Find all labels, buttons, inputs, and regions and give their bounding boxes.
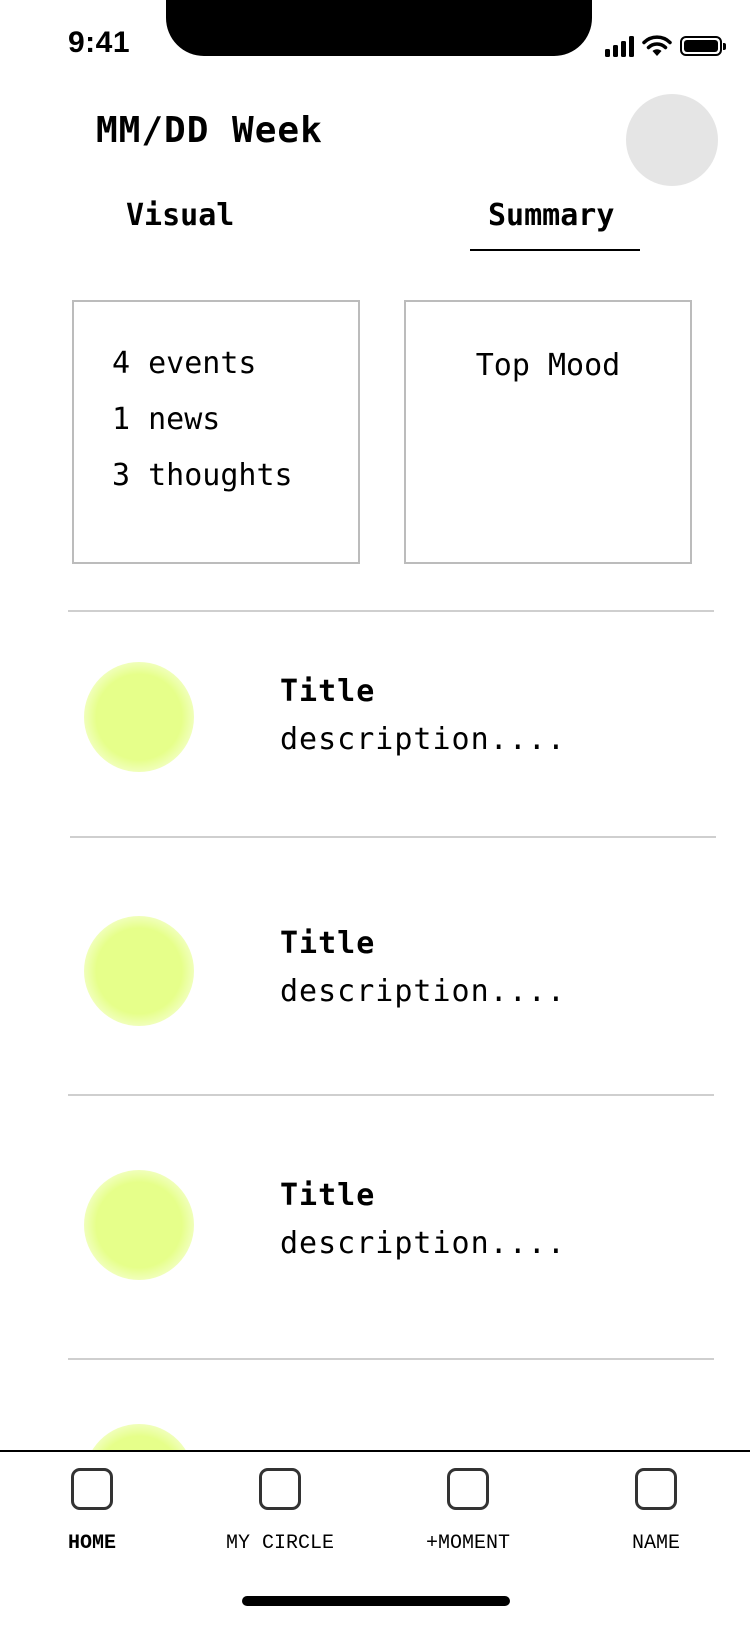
nav-label-my-circle: MY CIRCLE <box>225 1532 335 1555</box>
profile-icon <box>635 1468 677 1510</box>
nav-my-circle[interactable]: MY CIRCLE <box>210 1468 350 1555</box>
nav-name[interactable]: NAME <box>586 1468 726 1555</box>
item-title[interactable]: Title <box>280 674 375 709</box>
status-icons <box>605 34 726 58</box>
moment-icon <box>447 1468 489 1510</box>
tab-summary[interactable]: Summary <box>488 198 614 233</box>
top-mood-card: Top Mood <box>404 300 692 564</box>
item-description: description.... <box>280 974 566 1009</box>
item-description: description.... <box>280 722 566 757</box>
mood-blob <box>84 662 194 772</box>
divider <box>70 836 716 838</box>
nav-label-moment: +MOMENT <box>425 1532 510 1555</box>
home-icon <box>71 1468 113 1510</box>
circle-icon <box>259 1468 301 1510</box>
wifi-icon <box>642 35 672 56</box>
stat-events: 4 events <box>112 346 257 381</box>
page-title: MM/DD Week <box>96 110 323 151</box>
item-description: description.... <box>280 1226 566 1261</box>
divider <box>68 1358 714 1360</box>
avatar[interactable] <box>626 94 718 186</box>
top-mood-label: Top Mood <box>475 348 621 383</box>
nav-label-home: HOME <box>67 1532 116 1555</box>
home-indicator[interactable] <box>242 1596 510 1606</box>
active-tab-indicator <box>470 249 640 251</box>
divider <box>68 1094 714 1096</box>
status-time: 9:41 <box>68 26 131 59</box>
mood-blob <box>84 1170 194 1280</box>
tab-visual[interactable]: Visual <box>126 198 234 233</box>
mood-blob <box>84 916 194 1026</box>
item-title[interactable]: Title <box>280 1178 375 1213</box>
battery-icon <box>680 36 726 56</box>
nav-moment[interactable]: +MOMENT <box>398 1468 538 1555</box>
signal-icon <box>605 35 634 57</box>
stats-card: 4 events 1 news 3 thoughts <box>72 300 360 564</box>
device-notch <box>166 0 592 56</box>
stat-news: 1 news <box>112 402 221 437</box>
nav-home[interactable]: HOME <box>22 1468 162 1555</box>
divider <box>68 610 714 612</box>
stat-thoughts: 3 thoughts <box>112 458 293 493</box>
nav-label-name: NAME <box>631 1532 680 1555</box>
item-title[interactable]: Title <box>280 926 375 961</box>
